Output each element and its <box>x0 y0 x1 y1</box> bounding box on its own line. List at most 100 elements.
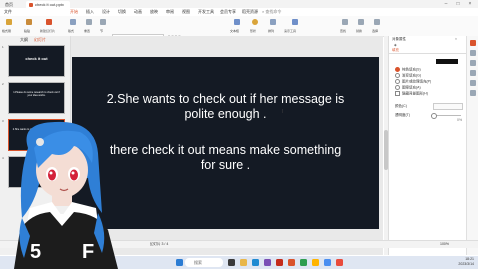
maximize-icon[interactable]: □ <box>452 0 464 8</box>
select-button[interactable] <box>372 19 382 27</box>
color-dropdown[interactable] <box>433 103 463 110</box>
fill-option-label: 渐变填充(G) <box>402 73 422 78</box>
close-icon[interactable]: × <box>464 0 476 8</box>
menu-file[interactable]: 文件 <box>4 8 12 16</box>
ribbon-label: 选择 <box>372 29 379 33</box>
document-tab-label: check it out.pptx <box>35 2 64 7</box>
slide-text-line-1[interactable]: 2.She wants to check out if her message … <box>72 92 379 107</box>
thumbnail-text: 1.Please do some research to check out i… <box>13 91 60 97</box>
home-tab-label: 首页 <box>5 2 13 7</box>
new-slide-icon <box>46 19 52 25</box>
presentation-tools-icon <box>292 19 298 25</box>
arrange-button[interactable] <box>268 19 278 27</box>
arrange-icon <box>270 19 276 25</box>
menu-developer[interactable]: 开发工具 <box>198 8 214 16</box>
clipboard-icon <box>26 19 32 25</box>
reset-icon <box>86 19 92 25</box>
file-explorer-icon[interactable] <box>240 259 247 266</box>
fill-option-label: 图片或纹理填充(P) <box>402 79 432 84</box>
shapes-icon <box>252 19 258 25</box>
settings-icon[interactable] <box>470 90 476 96</box>
tab-slides[interactable]: 幻灯片 <box>34 37 46 43</box>
replace-icon <box>358 19 364 25</box>
shapes-button[interactable] <box>250 19 260 27</box>
taskbar-clock[interactable]: 18:21 2023/3/14 <box>458 257 474 267</box>
menu-review[interactable]: 审阅 <box>166 8 174 16</box>
transparency-label: 透明度(T) <box>395 113 410 117</box>
fill-option-pattern[interactable]: 图案填充(A) <box>395 85 421 90</box>
svg-text:5: 5 <box>30 241 41 263</box>
layout-button[interactable] <box>68 19 78 27</box>
menu-resources[interactable]: 稻壳资源 <box>242 8 258 16</box>
taskbar-search-input[interactable]: 搜索 <box>185 258 223 267</box>
search-box-label: 搜索 <box>194 260 202 265</box>
slide-number: 1 <box>2 45 4 49</box>
app-icon[interactable] <box>264 259 271 266</box>
edge-icon[interactable] <box>252 259 259 266</box>
title-bar: 首页 check it out.pptx – □ × <box>0 0 478 8</box>
paste-button[interactable] <box>24 19 34 27</box>
search-icon: ⌕ <box>262 9 265 14</box>
format-painter-button[interactable] <box>4 19 14 27</box>
menu-bar: 文件 开始 插入 设计 切换 动画 放映 审阅 视图 开发工具 会员专享 稻壳资… <box>0 8 478 17</box>
panel-close-icon[interactable]: × <box>455 37 457 41</box>
minimize-icon[interactable]: – <box>440 0 452 8</box>
color-label: 颜色(C) <box>395 104 407 108</box>
ribbon-label: 重置 <box>84 29 91 33</box>
divider <box>389 53 467 54</box>
shape-icon[interactable] <box>470 70 476 76</box>
fill-option-label: 图案填充(A) <box>402 85 421 90</box>
slider-handle[interactable] <box>431 113 437 119</box>
task-view-icon[interactable] <box>228 259 235 266</box>
slide-thumbnail-2[interactable]: 1.Please do some research to check out i… <box>8 82 65 114</box>
ribbon-label: 形状 <box>250 29 257 33</box>
reset-button[interactable] <box>84 19 94 27</box>
menu-view[interactable]: 视图 <box>182 8 190 16</box>
app-icon[interactable] <box>336 259 343 266</box>
presentation-tools-button[interactable] <box>290 19 300 27</box>
fill-option-gradient[interactable]: 渐变填充(G) <box>395 73 421 78</box>
find-button[interactable] <box>340 19 350 27</box>
app-icon[interactable] <box>324 259 331 266</box>
vtuber-avatar: 5 F <box>14 121 118 269</box>
presentation-file-icon <box>29 2 33 7</box>
presentation-app-icon[interactable] <box>288 259 295 266</box>
layout-icon <box>70 19 76 25</box>
menu-transition[interactable]: 切换 <box>118 8 126 16</box>
ribbon-label: 新建幻灯片 <box>40 29 56 33</box>
menu-member[interactable]: 会员专享 <box>220 8 236 16</box>
wechat-icon[interactable] <box>300 259 307 266</box>
fill-option-solid[interactable]: 纯色填充(S) <box>395 67 421 72</box>
tab-outline[interactable]: 大纲 <box>20 37 28 43</box>
slide-thumbnail-1[interactable]: check it out <box>8 45 65 77</box>
fill-color-swatch[interactable] <box>436 59 458 64</box>
app-icon[interactable] <box>312 259 319 266</box>
replace-button[interactable] <box>356 19 366 27</box>
properties-icon[interactable] <box>470 40 476 46</box>
textbox-button[interactable] <box>232 19 242 27</box>
zoom-level[interactable]: 100% <box>440 242 449 246</box>
animation-icon[interactable] <box>470 60 476 66</box>
radio-icon <box>395 73 400 78</box>
ribbon-toolbar: 格式刷 粘贴 新建幻灯片 版式 重置 节 B I U S A 字体 ≡ ≡ ≡ … <box>0 16 478 53</box>
menu-animation[interactable]: 动画 <box>134 8 142 16</box>
wps-icon[interactable] <box>276 259 283 266</box>
menu-slideshow[interactable]: 放映 <box>150 8 158 16</box>
hide-background-checkbox[interactable]: 隐藏背景图形(H) <box>395 91 428 96</box>
section-button[interactable] <box>98 19 108 27</box>
new-slide-button[interactable] <box>44 19 54 27</box>
home-tab[interactable]: 首页 <box>2 1 16 8</box>
slide-number: 2 <box>2 82 4 86</box>
start-icon[interactable] <box>176 259 183 266</box>
menu-search[interactable]: ⌕ 查找命令 <box>262 8 281 16</box>
menu-design[interactable]: 设计 <box>102 8 110 16</box>
menu-insert[interactable]: 插入 <box>86 8 94 16</box>
design-icon[interactable] <box>470 50 476 56</box>
fill-option-picture[interactable]: 图片或纹理填充(P) <box>395 79 431 84</box>
ribbon-label: 版式 <box>68 29 75 33</box>
template-icon[interactable] <box>470 80 476 86</box>
section-icon <box>100 19 106 25</box>
object-properties-panel: 对象属性 × ◈ 填充 纯色填充(S) 渐变填充(G) 图片或纹理填充(P) 图… <box>388 36 467 255</box>
menu-search-label: 查找命令 <box>265 9 282 14</box>
document-tab[interactable]: check it out.pptx <box>26 1 70 8</box>
